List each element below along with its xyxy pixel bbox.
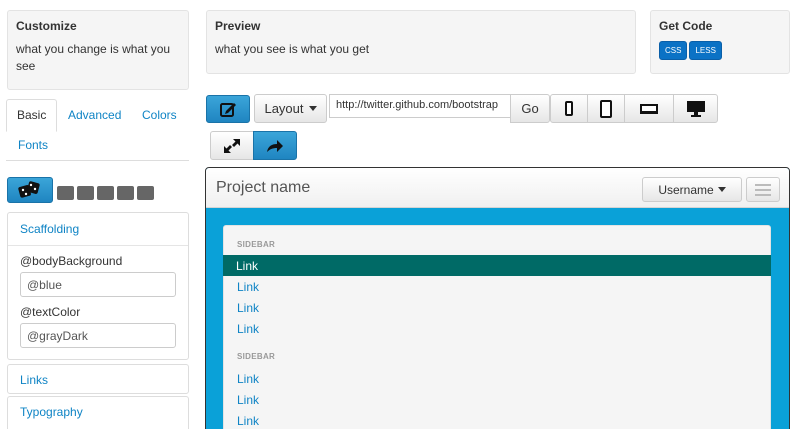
device-laptop-button[interactable]	[624, 94, 674, 123]
share-button[interactable]	[253, 131, 297, 160]
tab-basic[interactable]: Basic	[6, 99, 58, 132]
sidebar-link-active[interactable]: Link	[223, 255, 771, 276]
preview-info-well: Preview what you see is what you get	[206, 10, 636, 74]
menu-toggle-button[interactable]	[746, 177, 780, 202]
swatch-button[interactable]	[117, 186, 134, 200]
layout-label: Layout	[264, 101, 304, 116]
sidebar-link[interactable]: Link	[224, 276, 771, 297]
menu-bar-icon	[755, 183, 771, 186]
sidebar-header: SIDEBAR	[237, 240, 276, 249]
scaffolding-panel: Scaffolding @bodyBackground @blue @textC…	[7, 212, 189, 360]
tablet-icon	[600, 99, 612, 118]
tab-colors[interactable]: Colors	[142, 108, 177, 122]
customize-well: Customize what you change is what you se…	[7, 10, 189, 90]
swatch-button[interactable]	[137, 186, 154, 200]
preview-title: Preview	[215, 19, 261, 33]
edit-button[interactable]	[206, 95, 250, 123]
sidebar-header: SIDEBAR	[237, 352, 276, 361]
less-button[interactable]: LESS	[689, 41, 722, 60]
sidebar-link[interactable]: Link	[224, 410, 771, 429]
text-color-input[interactable]: @grayDark	[20, 323, 176, 348]
body-background-input[interactable]: @blue	[20, 272, 176, 297]
sidebar-link[interactable]: Link	[224, 389, 771, 410]
laptop-icon	[640, 103, 658, 114]
device-phone-button[interactable]	[550, 94, 588, 123]
get-code-title: Get Code	[659, 19, 713, 33]
customize-title: Customize	[16, 19, 77, 33]
preview-text: what you see is what you get	[215, 42, 370, 56]
go-button[interactable]: Go	[510, 94, 550, 123]
desktop-icon	[686, 100, 705, 117]
tab-fonts[interactable]: Fonts	[18, 138, 48, 152]
preview-frame: Project name Username SIDEBAR Link Link …	[205, 167, 790, 429]
sidebar-link[interactable]: Link	[224, 368, 771, 389]
caret-down-icon	[717, 187, 726, 192]
edit-icon	[220, 103, 236, 117]
sidebar-well: SIDEBAR Link Link Link Link SIDEBAR Link…	[223, 225, 771, 429]
menu-bar-icon	[755, 193, 771, 196]
swatch-button[interactable]	[97, 186, 114, 200]
typography-panel: Typography	[7, 396, 189, 429]
preview-navbar: Project name Username	[206, 168, 789, 208]
css-button[interactable]: CSS	[659, 41, 688, 60]
phone-icon	[565, 101, 573, 116]
random-theme-button[interactable]	[7, 177, 53, 203]
sidebar-link[interactable]: Link	[224, 318, 771, 339]
scaffolding-header[interactable]: Scaffolding	[8, 213, 188, 246]
customize-tabs: Basic Advanced Colors Fonts	[6, 99, 189, 161]
body-background-label: @bodyBackground	[20, 254, 123, 268]
links-panel: Links	[7, 364, 189, 394]
typography-header[interactable]: Typography	[8, 397, 188, 428]
layout-dropdown[interactable]: Layout	[254, 94, 327, 123]
customize-text: what you change is what you see	[16, 42, 171, 73]
device-desktop-button[interactable]	[673, 94, 718, 123]
device-tablet-button[interactable]	[587, 94, 625, 123]
username-label: Username	[658, 182, 714, 197]
fullscreen-button[interactable]	[210, 131, 254, 160]
get-code-well: Get Code CSS LESS	[650, 10, 790, 74]
expand-icon	[224, 138, 240, 153]
sidebar-link[interactable]: Link	[224, 297, 771, 318]
brand[interactable]: Project name	[216, 179, 310, 197]
url-input[interactable]: http://twitter.github.com/bootstrap	[329, 94, 511, 118]
swatch-button[interactable]	[57, 186, 74, 200]
swatch-button[interactable]	[77, 186, 94, 200]
menu-bar-icon	[755, 188, 771, 191]
links-header[interactable]: Links	[8, 365, 188, 396]
share-arrow-icon	[267, 139, 283, 152]
dice-icon	[18, 181, 40, 198]
caret-down-icon	[308, 106, 317, 111]
tab-advanced[interactable]: Advanced	[68, 108, 121, 122]
username-dropdown[interactable]: Username	[642, 177, 742, 202]
text-color-label: @textColor	[20, 305, 81, 319]
